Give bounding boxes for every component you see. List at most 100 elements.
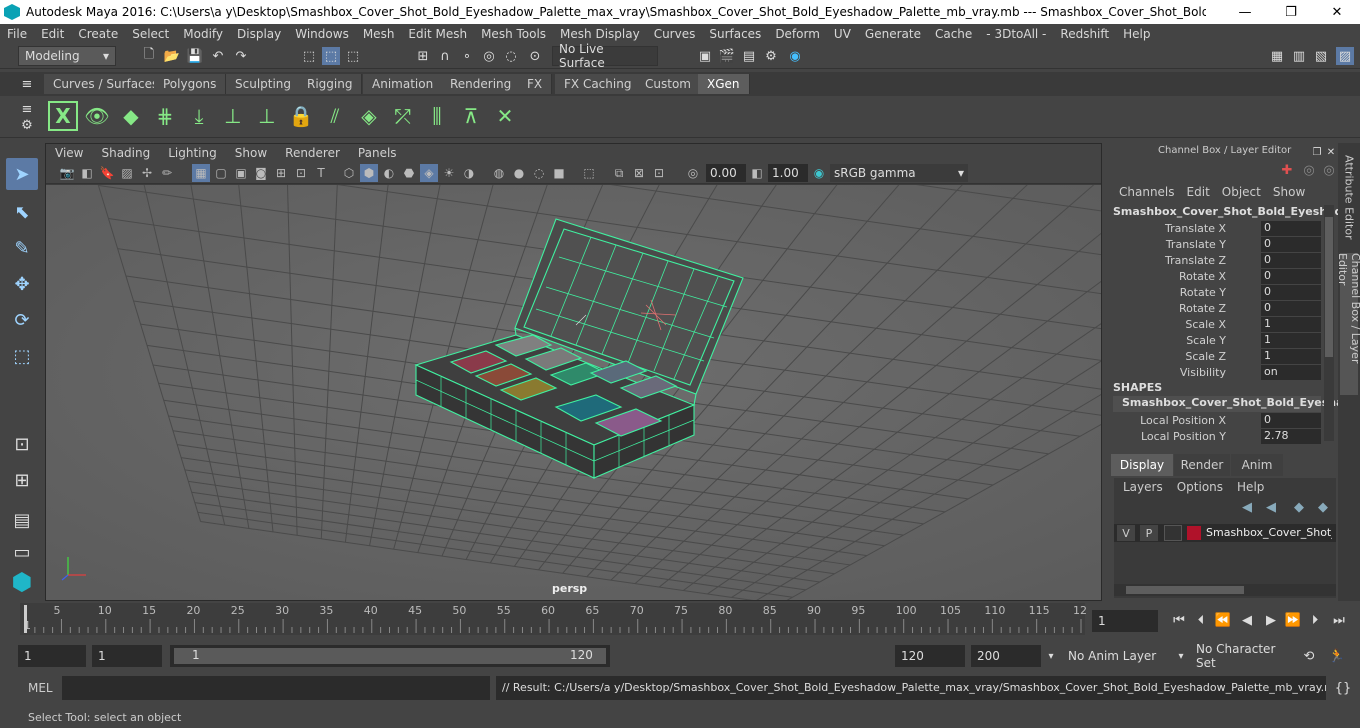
channel-row[interactable]: Local Position Y 2.78 bbox=[1108, 429, 1322, 445]
wireframe-on-shaded-icon[interactable]: ◐ bbox=[380, 164, 398, 182]
new-layer-selected-icon[interactable]: ◆ bbox=[1314, 498, 1332, 516]
xgen-description-icon[interactable]: ◆ bbox=[116, 101, 146, 131]
menu-display[interactable]: Display bbox=[230, 27, 288, 41]
smooth-shade-icon[interactable]: ⬢ bbox=[360, 164, 378, 182]
grid-icon[interactable]: ▦ bbox=[192, 164, 210, 182]
anim-layer-dropdown[interactable]: No Anim Layer bbox=[1062, 645, 1162, 667]
channel-object-menu[interactable]: Object bbox=[1216, 185, 1267, 199]
select-component-icon[interactable]: ⬚ bbox=[344, 47, 362, 65]
panel-menu-show[interactable]: Show bbox=[226, 146, 276, 160]
select-object-icon[interactable]: ⬚ bbox=[322, 47, 340, 65]
film-gate-icon[interactable]: ▢ bbox=[212, 164, 230, 182]
menu-edit-mesh[interactable]: Edit Mesh bbox=[401, 27, 474, 41]
layer-move-down-icon[interactable]: ◀ bbox=[1262, 498, 1280, 516]
playback-start-field[interactable]: 1 bbox=[92, 645, 162, 667]
gamma-icon[interactable]: ◧ bbox=[748, 164, 766, 182]
layer-help-menu[interactable]: Help bbox=[1230, 480, 1271, 494]
layout-icon[interactable]: ▥ bbox=[1290, 47, 1308, 65]
menu-uv[interactable]: UV bbox=[827, 27, 858, 41]
xgen-editor-icon[interactable]: X bbox=[48, 101, 78, 131]
xgen-guide-length-icon[interactable]: ⫽ bbox=[320, 101, 350, 131]
channel-scrollbar[interactable] bbox=[1324, 205, 1334, 441]
object-name[interactable]: Smashbox_Cover_Shot_Bold_Eyeshad... bbox=[1113, 205, 1355, 218]
gate-mask-icon[interactable]: ◙ bbox=[252, 164, 270, 182]
wireframe-icon[interactable]: ⬡ bbox=[340, 164, 358, 182]
menu-deform[interactable]: Deform bbox=[768, 27, 827, 41]
panel-menu-shading[interactable]: Shading bbox=[92, 146, 159, 160]
menu-mesh-display[interactable]: Mesh Display bbox=[553, 27, 647, 41]
chevron-down-icon[interactable]: ▾ bbox=[1172, 647, 1190, 665]
layer-display-type-toggle[interactable] bbox=[1164, 525, 1182, 541]
2d-pan-icon[interactable]: ✢ bbox=[138, 164, 156, 182]
layer-playback-toggle[interactable]: P bbox=[1140, 525, 1158, 541]
animation-preferences-icon[interactable]: 🏃 bbox=[1328, 647, 1346, 665]
resolution-gate-icon[interactable]: ▣ bbox=[232, 164, 250, 182]
textured-icon[interactable]: ⬣ bbox=[400, 164, 418, 182]
character-set-dropdown[interactable]: No Character Set bbox=[1190, 642, 1290, 670]
open-scene-icon[interactable]: 📂 bbox=[163, 47, 181, 65]
pan-zoom-icon[interactable]: ⊡ bbox=[650, 164, 668, 182]
layer-row[interactable]: V P Smashbox_Cover_Shot_E bbox=[1114, 524, 1336, 542]
close-button[interactable]: ✕ bbox=[1314, 0, 1360, 24]
channel-value[interactable]: 0 bbox=[1261, 253, 1321, 268]
shelf-tab-curves-surfaces[interactable]: Curves / Surfaces bbox=[44, 74, 169, 94]
save-scene-icon[interactable]: 💾 bbox=[186, 47, 204, 65]
panel-menu-panels[interactable]: Panels bbox=[349, 146, 406, 160]
shelf-tab-fx-caching[interactable]: FX Caching bbox=[555, 74, 642, 94]
start-time-field[interactable]: 1 bbox=[18, 645, 86, 667]
channel-options-icon[interactable]: ◎ bbox=[1320, 161, 1338, 179]
layer-visibility-toggle[interactable]: V bbox=[1117, 525, 1135, 541]
xgen-preview-icon[interactable]: 👁 bbox=[82, 101, 112, 131]
tab-anim[interactable]: Anim bbox=[1231, 454, 1283, 476]
new-scene-icon[interactable]: 🗋 bbox=[140, 47, 158, 65]
channel-value[interactable]: 0 bbox=[1261, 413, 1321, 428]
xgen-flip-icon[interactable]: ⊼ bbox=[456, 101, 486, 131]
xray-joints-icon[interactable]: ◌ bbox=[530, 164, 548, 182]
move-tool-icon[interactable]: ✥ bbox=[6, 268, 38, 300]
exposure-field[interactable]: 0.00 bbox=[706, 164, 746, 182]
channel-value[interactable]: 0 bbox=[1261, 221, 1321, 236]
xgen-place-guide-icon[interactable]: ⤓ bbox=[184, 101, 214, 131]
mel-label[interactable]: MEL bbox=[28, 681, 53, 695]
field-chart-icon[interactable]: ⊞ bbox=[272, 164, 290, 182]
channel-value[interactable]: 2.78 bbox=[1261, 429, 1321, 444]
hypershade-icon[interactable]: ◉ bbox=[786, 47, 804, 65]
outliner-pane-icon[interactable]: ▭ bbox=[6, 536, 38, 568]
channel-value[interactable]: 0 bbox=[1261, 237, 1321, 252]
range-bar[interactable]: 1 120 bbox=[170, 645, 610, 667]
four-pane-icon[interactable]: ⊞ bbox=[6, 464, 38, 496]
menu-cache[interactable]: Cache bbox=[928, 27, 979, 41]
undo-icon[interactable]: ↶ bbox=[209, 47, 227, 65]
paint-select-tool-icon[interactable]: ✎ bbox=[6, 232, 38, 264]
play-backwards-icon[interactable]: ◀ bbox=[1238, 611, 1256, 629]
menu-redshift[interactable]: Redshift bbox=[1053, 27, 1116, 41]
xgen-bend-icon[interactable]: ⤱ bbox=[388, 101, 418, 131]
snap-curve-icon[interactable]: ∩ bbox=[436, 47, 454, 65]
maya-hexagon-icon[interactable]: ⬢ bbox=[6, 566, 38, 598]
channel-value[interactable]: 1 bbox=[1261, 317, 1321, 332]
menu-generate[interactable]: Generate bbox=[858, 27, 928, 41]
go-to-start-icon[interactable]: ⏮ bbox=[1170, 611, 1188, 629]
tab-render[interactable]: Render bbox=[1174, 454, 1230, 476]
channel-row[interactable]: Local Position X 0 bbox=[1108, 413, 1322, 429]
channel-value[interactable]: 0 bbox=[1261, 269, 1321, 284]
step-forward-frame-icon[interactable]: ⏵ bbox=[1306, 611, 1324, 629]
shelf-menu-icon[interactable]: ≡ bbox=[18, 75, 36, 93]
mode-dropdown[interactable]: Modeling ▾ bbox=[18, 46, 116, 66]
command-input[interactable] bbox=[62, 676, 490, 700]
channel-row[interactable]: Rotate Y 0 bbox=[1108, 285, 1322, 301]
shelf-tab-xgen[interactable]: XGen bbox=[698, 74, 750, 94]
shadows-icon[interactable]: ☀ bbox=[440, 164, 458, 182]
menu-3dtoall[interactable]: - 3DtoAll - bbox=[979, 27, 1053, 41]
live-surface-field[interactable]: No Live Surface bbox=[552, 42, 658, 70]
shelf-tab-fx[interactable]: FX bbox=[518, 74, 553, 94]
camera-icon[interactable]: 📷 bbox=[58, 164, 76, 182]
modeling-toolkit-icon[interactable]: ▧ bbox=[1312, 47, 1330, 65]
menu-create[interactable]: Create bbox=[71, 27, 125, 41]
frame-selected-icon[interactable]: ⊠ bbox=[630, 164, 648, 182]
snap-view-icon[interactable]: ◎ bbox=[480, 47, 498, 65]
xray-components-icon[interactable]: ■ bbox=[550, 164, 568, 182]
select-hierarchy-icon[interactable]: ⬚ bbox=[300, 47, 318, 65]
channel-row[interactable]: Rotate X 0 bbox=[1108, 269, 1322, 285]
render-settings-icon[interactable]: ⚙ bbox=[762, 47, 780, 65]
